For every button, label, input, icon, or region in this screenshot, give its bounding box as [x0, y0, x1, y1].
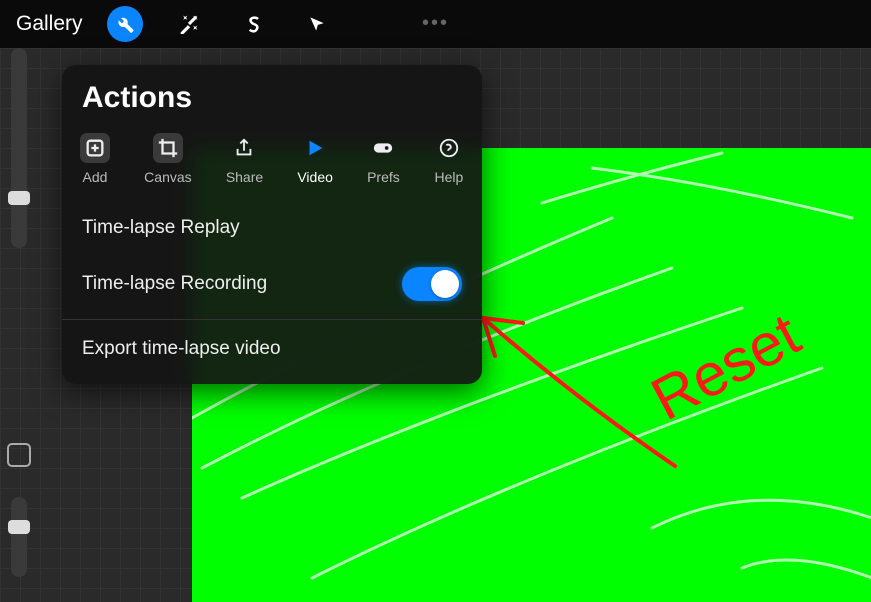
tab-label: Canvas — [144, 169, 191, 185]
item-label: Time-lapse Replay — [82, 217, 240, 239]
wrench-tool-button[interactable] — [107, 6, 143, 42]
tab-share[interactable]: Share — [226, 133, 263, 185]
arrow-cursor-icon — [307, 14, 327, 34]
ellipsis-icon[interactable]: ••• — [422, 12, 449, 35]
separator — [62, 319, 482, 320]
toggle-icon — [372, 137, 394, 159]
brush-size-slider[interactable] — [11, 48, 27, 248]
tab-label: Help — [435, 169, 464, 185]
timelapse-replay-item[interactable]: Time-lapse Replay — [62, 203, 482, 253]
sidebar-sliders — [0, 48, 38, 602]
add-icon — [84, 137, 106, 159]
timelapse-recording-item: Time-lapse Recording — [62, 253, 482, 315]
panel-title: Actions — [62, 81, 482, 127]
tab-label: Share — [226, 169, 263, 185]
actions-tab-row: Add Canvas Share Video Prefs Help — [62, 127, 482, 199]
tab-label: Video — [297, 169, 333, 185]
wrench-icon — [115, 14, 135, 34]
actions-panel: Actions Add Canvas Share Video Prefs Hel… — [62, 65, 482, 384]
tab-label: Prefs — [367, 169, 400, 185]
wand-icon — [179, 14, 199, 34]
help-icon — [438, 137, 460, 159]
toggle-knob — [431, 270, 459, 298]
tab-prefs[interactable]: Prefs — [367, 133, 400, 185]
gallery-link[interactable]: Gallery — [16, 12, 83, 36]
selection-tool-button[interactable] — [235, 6, 271, 42]
s-shape-icon — [243, 14, 263, 34]
export-timelapse-item[interactable]: Export time-lapse video — [62, 324, 482, 374]
tab-canvas[interactable]: Canvas — [144, 133, 191, 185]
tab-help[interactable]: Help — [434, 133, 464, 185]
slider-thumb[interactable] — [8, 520, 30, 534]
tab-label: Add — [83, 169, 108, 185]
share-icon — [233, 137, 255, 159]
item-label: Time-lapse Recording — [82, 273, 267, 295]
modifier-button[interactable] — [7, 443, 31, 467]
recording-toggle[interactable] — [402, 267, 462, 301]
topbar: Gallery ••• — [0, 0, 871, 48]
actions-list: Time-lapse Replay Time-lapse Recording E… — [62, 199, 482, 384]
opacity-slider[interactable] — [11, 497, 27, 577]
tab-add[interactable]: Add — [80, 133, 110, 185]
move-tool-button[interactable] — [299, 6, 335, 42]
crop-icon — [157, 137, 179, 159]
play-icon — [304, 137, 326, 159]
tab-video[interactable]: Video — [297, 133, 333, 185]
wand-tool-button[interactable] — [171, 6, 207, 42]
item-label: Export time-lapse video — [82, 338, 281, 360]
slider-thumb[interactable] — [8, 191, 30, 205]
